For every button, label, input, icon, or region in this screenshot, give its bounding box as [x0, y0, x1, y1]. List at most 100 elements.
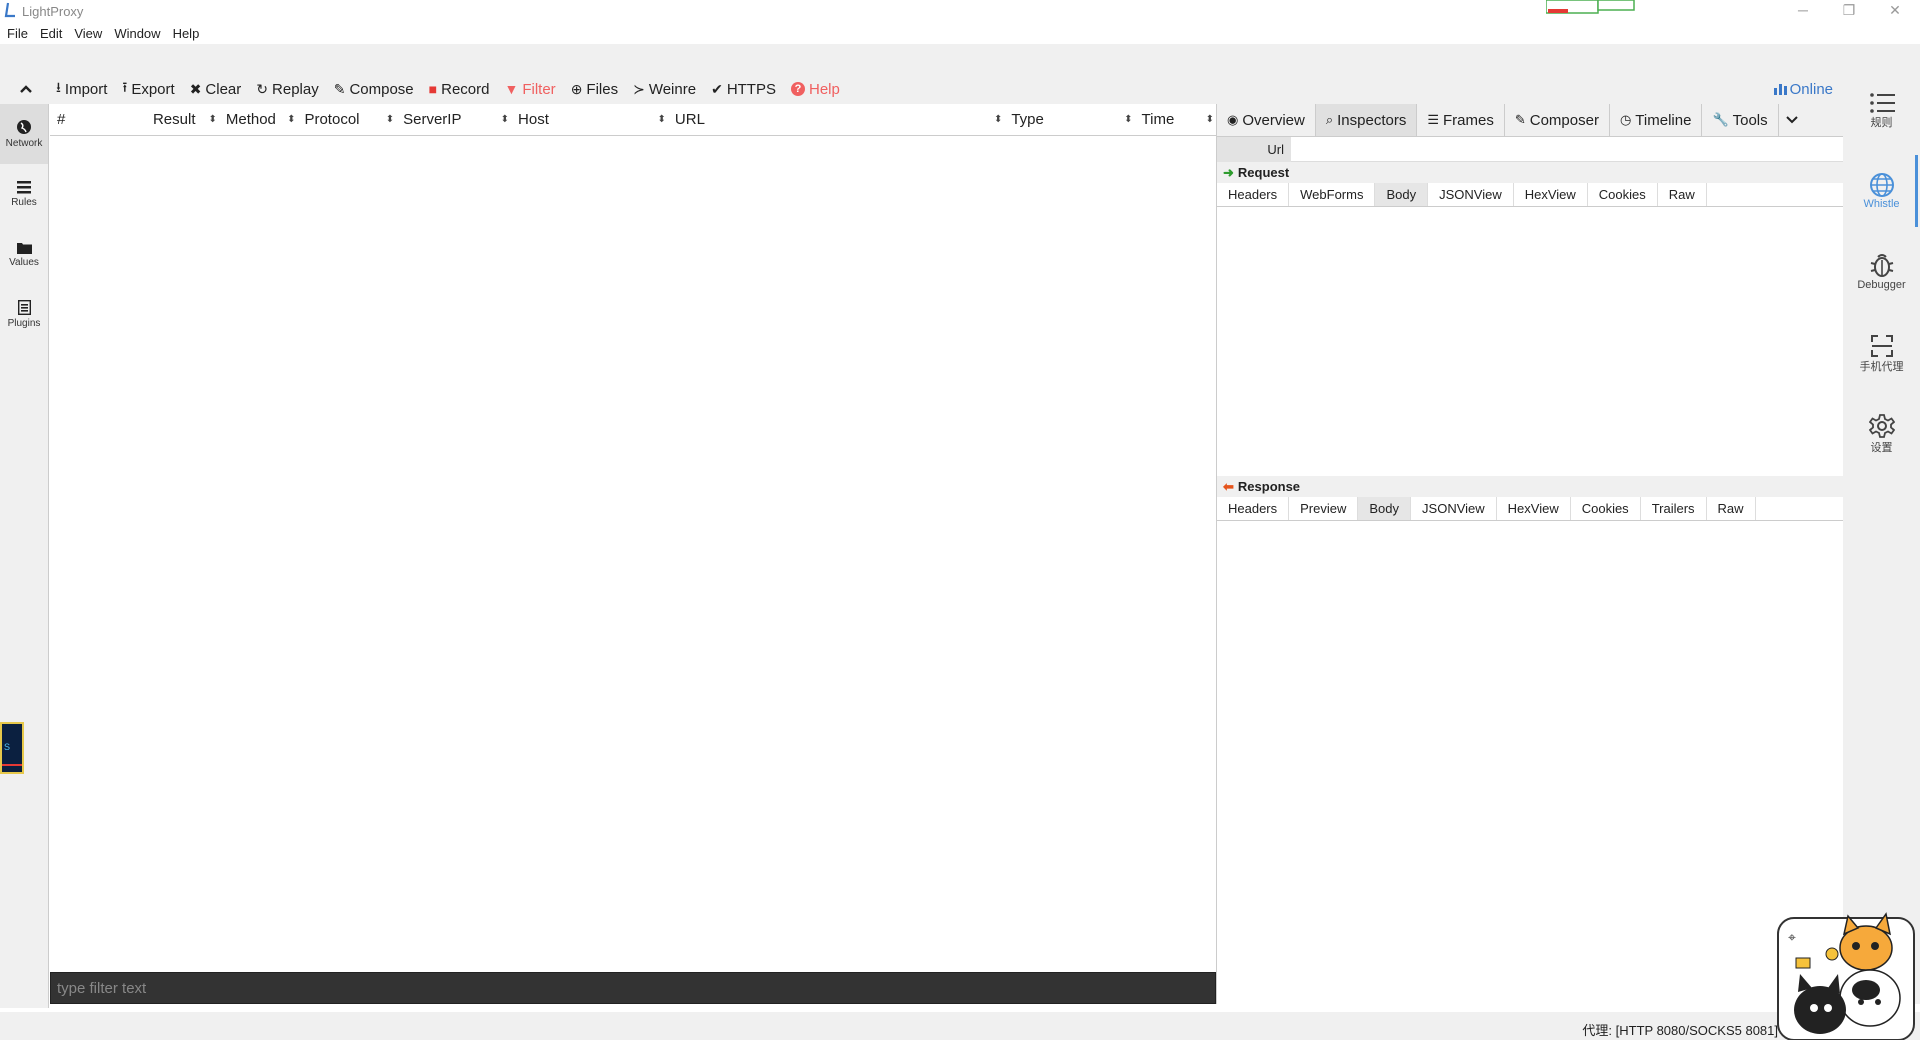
folder-icon [16, 242, 32, 254]
export-button[interactable]: ⭱ Export [122, 77, 174, 101]
edit-icon: ✎ [333, 80, 346, 97]
sidebar-item-settings-label: 设置 [1870, 442, 1893, 454]
column-url[interactable]: URL ⬍ [668, 104, 1004, 136]
sidebar-item-rules[interactable]: 规则 [1843, 92, 1920, 130]
collapse-toolbar-button[interactable] [6, 84, 46, 94]
menu-bar: File Edit View Window Help [0, 22, 1920, 44]
sort-icon: ⬍ [1205, 113, 1214, 125]
close-window-button[interactable]: ✕ [1878, 0, 1912, 22]
eye-icon: ◉ [1227, 112, 1239, 127]
response-tab-hexview[interactable]: HexView [1497, 497, 1571, 520]
menu-edit[interactable]: Edit [40, 26, 62, 41]
online-button[interactable]: Online [1773, 81, 1833, 98]
import-button[interactable]: ⭳ Import [56, 77, 107, 101]
request-tab-headers[interactable]: Headers [1217, 183, 1290, 206]
sidebar-item-whistle[interactable]: Whistle [1843, 172, 1920, 210]
cat-mascot-image[interactable]: ⌖ [1776, 910, 1916, 1040]
taskbar-thumbnail-icon [1546, 0, 1635, 14]
nav-values-label: Values [9, 256, 39, 268]
menu-file[interactable]: File [7, 26, 28, 41]
response-title: Response [1237, 479, 1301, 494]
filter-button[interactable]: ▼ Filter [504, 81, 555, 98]
help-button[interactable]: ? Help [790, 80, 840, 98]
request-tabs: Headers WebForms Body JSONView HexView C… [1217, 183, 1843, 207]
column-protocol-label: Protocol [304, 110, 360, 128]
tab-frames-label: Frames [1443, 111, 1494, 129]
tab-inspectors-label: Inspectors [1337, 111, 1407, 129]
tab-inspectors[interactable]: ⌕ Inspectors [1315, 104, 1418, 136]
nav-plugins-label: Plugins [7, 317, 41, 329]
tab-frames[interactable]: ☰ Frames [1417, 104, 1505, 136]
sidebar-item-debugger-label: Debugger [1857, 279, 1906, 291]
request-tab-jsonview[interactable]: JSONView [1428, 183, 1514, 206]
tab-tools[interactable]: 🔧 Tools [1702, 104, 1779, 136]
help-label: Help [808, 80, 840, 98]
bug-icon [1870, 254, 1893, 277]
response-tab-raw[interactable]: Raw [1707, 497, 1756, 520]
response-tab-cookies[interactable]: Cookies [1571, 497, 1641, 520]
menu-window[interactable]: Window [114, 26, 160, 41]
column-host-label: Host [518, 110, 549, 128]
column-protocol[interactable]: Protocol ⬍ [297, 104, 396, 136]
minimize-button[interactable]: ─ [1786, 0, 1820, 22]
sidebar-item-debugger[interactable]: Debugger [1843, 251, 1920, 291]
response-tab-headers[interactable]: Headers [1217, 497, 1290, 520]
scrollbar-thumb[interactable] [1915, 155, 1918, 227]
toolbar-band [0, 44, 1843, 74]
response-tab-jsonview[interactable]: JSONView [1411, 497, 1497, 520]
nav-plugins[interactable]: Plugins [0, 284, 48, 344]
response-tab-trailers[interactable]: Trailers [1641, 497, 1707, 520]
nav-network[interactable]: Network [0, 104, 48, 164]
column-result[interactable]: Result ⬍ [100, 104, 219, 136]
inspector-panel: ◉ Overview ⌕ Inspectors ☰ Frames ✎ Composer … [1216, 104, 1843, 1004]
floating-widget[interactable]: S [0, 722, 24, 774]
response-tab-body[interactable]: Body [1358, 497, 1412, 520]
request-tab-webforms[interactable]: WebForms [1289, 183, 1376, 206]
request-tab-cookies[interactable]: Cookies [1588, 183, 1658, 206]
column-host[interactable]: Host ⬍ [511, 104, 668, 136]
response-tab-preview[interactable]: Preview [1289, 497, 1359, 520]
request-tab-body[interactable]: Body [1375, 183, 1429, 206]
compose-button[interactable]: ✎ Compose [334, 81, 414, 98]
column-serverip[interactable]: ServerIP ⬍ [396, 104, 511, 136]
url-row: Url [1217, 136, 1843, 162]
weinre-button[interactable]: ≻ Weinre [633, 81, 696, 98]
sidebar-item-mobile-proxy[interactable]: 手机代理 [1843, 334, 1920, 374]
filter-icon: ▼ [504, 81, 519, 97]
files-button[interactable]: ⊕ Files [571, 81, 618, 98]
request-tab-hexview[interactable]: HexView [1514, 183, 1588, 206]
restore-button[interactable]: ❐ [1832, 0, 1866, 22]
filter-input[interactable] [51, 973, 1215, 1003]
title-bar: LightProxy ─ ❐ ✕ [0, 0, 1920, 22]
sidebar-item-settings[interactable]: 设置 [1843, 413, 1920, 455]
tab-timeline[interactable]: ◷ Timeline [1610, 104, 1703, 136]
column-type[interactable]: Type ⬍ [1004, 104, 1134, 136]
clear-button[interactable]: ✖ Clear [190, 81, 242, 98]
chevron-up-icon [20, 85, 32, 93]
filter-bar [50, 972, 1216, 1004]
record-button[interactable]: ■ Record [429, 81, 490, 98]
check-icon: ✔ [711, 80, 723, 97]
menu-view[interactable]: View [74, 26, 102, 41]
tab-composer[interactable]: ✎ Composer [1505, 104, 1610, 136]
https-label: HTTPS [726, 80, 776, 98]
menu-help[interactable]: Help [173, 26, 200, 41]
column-number-label: # [57, 110, 66, 128]
help-icon: ? [790, 82, 805, 96]
nav-rules[interactable]: Rules [0, 164, 48, 224]
more-tabs-button[interactable] [1779, 104, 1805, 136]
column-url-label: URL [674, 110, 705, 128]
url-label: Url [1217, 136, 1291, 162]
request-tab-raw[interactable]: Raw [1658, 183, 1707, 206]
nav-values[interactable]: Values [0, 224, 48, 284]
column-type-label: Type [1011, 110, 1044, 128]
column-number[interactable]: # [50, 104, 100, 136]
proxy-status: 代理: [HTTP 8080/SOCKS5 8081] [1582, 1023, 1778, 1038]
https-button[interactable]: ✔ HTTPS [711, 81, 776, 98]
column-time[interactable]: Time ⬍ [1135, 104, 1216, 136]
column-method[interactable]: Method ⬍ [219, 104, 298, 136]
tab-overview-label: Overview [1242, 111, 1305, 129]
replay-button[interactable]: ↻ Replay [256, 81, 318, 98]
tab-overview[interactable]: ◉ Overview [1217, 104, 1316, 136]
sort-icon: ⬍ [208, 113, 217, 125]
